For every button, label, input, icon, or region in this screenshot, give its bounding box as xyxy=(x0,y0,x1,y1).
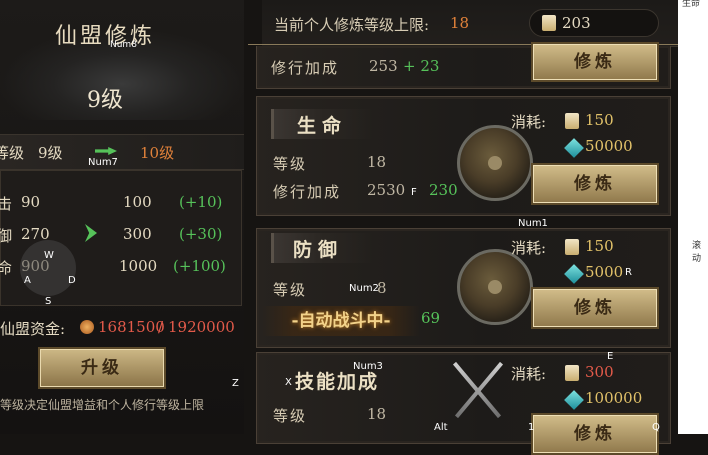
card-title: 防御 xyxy=(293,239,344,261)
level-current: 9级 xyxy=(38,144,63,162)
card-bonus-plus: + 23 xyxy=(403,57,440,75)
card-bonus-value: 253 xyxy=(369,57,398,75)
panel-title: 仙盟修炼 xyxy=(54,24,155,49)
cost-label: 消耗: xyxy=(511,113,547,131)
key-hint-1: 1 xyxy=(528,422,535,433)
stat-defense-next: 300 xyxy=(123,225,152,243)
cultivation-card-hp: 生命 等级 18 修行加成 2530 F 230 消耗: 150 50000 修… xyxy=(256,96,671,216)
side-strip-mid-text: 滚动 xyxy=(692,241,702,264)
key-hint-num2: Num2 xyxy=(349,283,379,294)
side-strip-top-text: 生命 xyxy=(682,0,701,9)
funds-total: 1920000 xyxy=(168,318,235,336)
scroll-icon xyxy=(542,15,556,31)
coin-icon xyxy=(80,320,94,334)
level-row: 等级 9级 Num7 10级 xyxy=(0,134,244,170)
key-hint-q: Q xyxy=(652,422,660,433)
level-next: 10级 xyxy=(140,144,175,162)
left-panel: 仙盟修炼 Num8 9级 等级 9级 Num7 10级 击 90 100 (+1… xyxy=(0,0,244,434)
cost-gem-value: 50000 xyxy=(585,137,633,155)
stat-attack-next: 100 xyxy=(123,193,152,211)
key-hint-w: W xyxy=(44,250,54,261)
shield-icon xyxy=(457,125,533,201)
gem-icon xyxy=(564,138,584,158)
card-bonus-value: 2530 xyxy=(367,181,406,199)
cost-scroll-value: 150 xyxy=(585,237,614,255)
key-hint-num7: Num7 xyxy=(88,157,118,168)
card-level-label: 等级 xyxy=(273,155,308,173)
cultivation-card-attack: 修行加成 253 + 23 修炼 xyxy=(256,42,671,89)
shield-icon xyxy=(457,249,533,325)
limit-value: 18 xyxy=(450,14,470,32)
cost-gem-value: 100000 xyxy=(585,389,643,407)
cost-label: 消耗: xyxy=(511,239,547,257)
stat-attack-delta: (+10) xyxy=(179,193,223,211)
key-hint-z: Z xyxy=(232,378,239,389)
cost-gem-value: 5000 xyxy=(585,263,624,281)
footer-note: 等级决定仙盟增益和个人修行等级上限 xyxy=(0,398,205,412)
stat-defense-label: 御 xyxy=(0,227,13,245)
key-hint-r: R xyxy=(625,267,632,278)
card-level-label: 等级 xyxy=(273,281,308,299)
cultivation-card-skill: Num3 X 技能加成 等级 18 消耗: 300 E 100000 修炼 xyxy=(256,351,671,455)
card-title: 技能加成 xyxy=(295,371,380,393)
scroll-icon xyxy=(565,113,579,129)
scroll-icon xyxy=(565,239,579,255)
cost-scroll-value: 300 xyxy=(585,363,614,381)
key-hint-num8: Num8 xyxy=(110,40,137,50)
guild-level: 9级 xyxy=(87,88,123,113)
card-level-value: 18 xyxy=(367,405,387,423)
stat-hp-delta: (+100) xyxy=(173,257,226,275)
key-hint-d: D xyxy=(68,275,76,286)
card-bonus-label: 修行加成 xyxy=(273,183,342,201)
key-hint-x: X xyxy=(285,377,292,388)
currency-box: 203 xyxy=(529,9,659,37)
scroll-icon xyxy=(565,365,579,381)
key-hint-alt: Alt xyxy=(434,422,448,433)
arrow-right-icon xyxy=(95,147,117,155)
gem-icon xyxy=(564,264,584,284)
key-hint-e: E xyxy=(607,351,614,362)
upgrade-button[interactable]: 升级 xyxy=(38,347,166,389)
card-bonus-label: 修行加成 xyxy=(271,59,340,77)
cultivate-button[interactable]: 修炼 xyxy=(531,163,659,205)
key-hint-s: S xyxy=(45,296,52,307)
funds-label: 仙盟资金: xyxy=(0,320,66,338)
key-hint-f: F xyxy=(411,187,417,198)
cost-label: 消耗: xyxy=(511,365,547,383)
card-level-label: 等级 xyxy=(273,407,308,425)
stat-hp-label: 命 xyxy=(0,259,13,277)
card-title: 生命 xyxy=(297,115,348,137)
stat-attack-label: 击 xyxy=(0,195,13,213)
card-bonus-plus: 230 xyxy=(429,181,458,199)
limit-label: 当前个人修炼等级上限: xyxy=(274,16,430,34)
level-label: 等级 xyxy=(0,144,25,162)
card-level-value: 18 xyxy=(367,153,387,171)
cost-scroll-value: 150 xyxy=(585,111,614,129)
virtual-joystick[interactable] xyxy=(20,240,76,296)
gem-icon xyxy=(564,390,584,410)
cultivate-button[interactable]: 修炼 xyxy=(531,287,659,329)
stat-hp-next: 1000 xyxy=(119,257,158,275)
card-bonus-plus: 69 xyxy=(421,309,441,327)
cultivate-button[interactable]: 修炼 xyxy=(531,42,659,82)
side-strip: 生命 滚动 xyxy=(678,0,708,434)
cultivate-button[interactable]: 修炼 xyxy=(531,413,659,455)
funds-separator: / xyxy=(158,318,164,336)
chevron-right-icon xyxy=(85,224,97,242)
card-level-value: 8 xyxy=(377,279,387,297)
auto-battle-banner: -自动战斗中- xyxy=(262,306,420,336)
stat-attack-current: 90 xyxy=(21,193,41,211)
currency-value: 203 xyxy=(562,14,591,32)
stat-defense-delta: (+30) xyxy=(179,225,223,243)
funds-current: 1681500 xyxy=(98,318,165,336)
key-hint-a: A xyxy=(24,275,31,286)
